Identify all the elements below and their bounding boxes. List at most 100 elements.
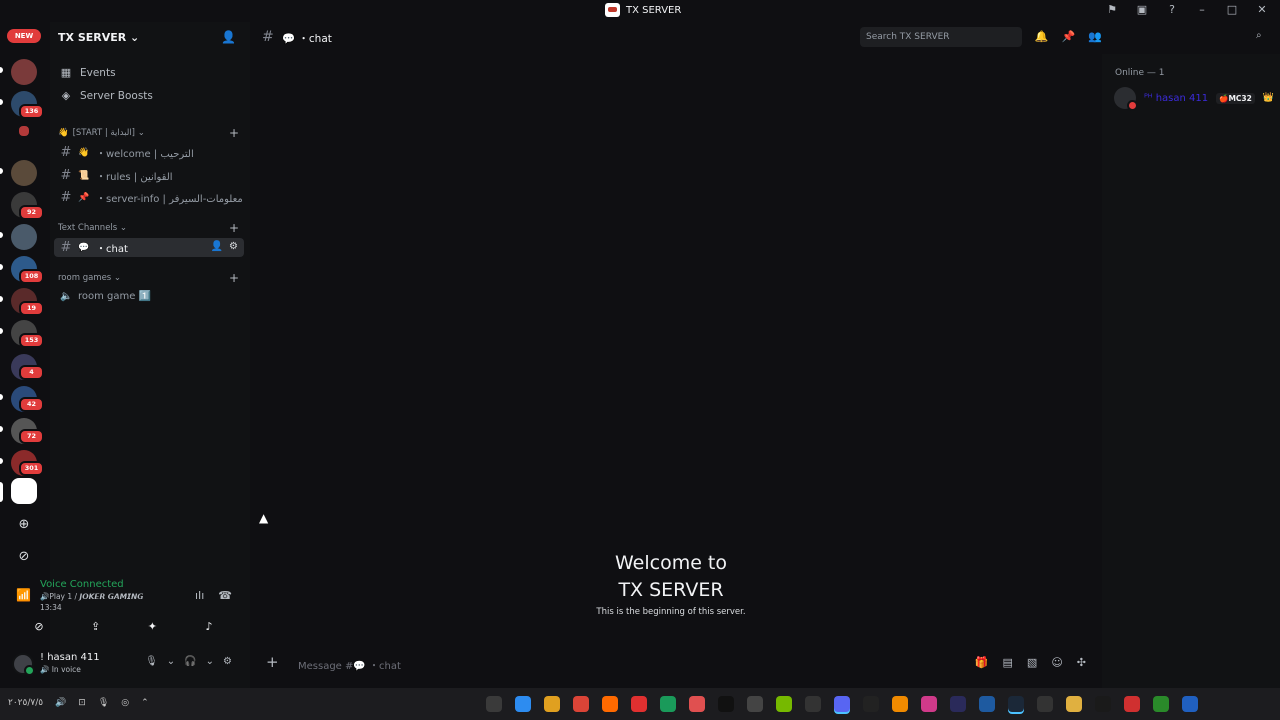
- headphones-icon[interactable]: 🎧: [184, 656, 196, 667]
- taskbar-app-icon[interactable]: [631, 696, 647, 712]
- server-name[interactable]: TX SERVER ⌄: [58, 31, 139, 44]
- add-channel-icon[interactable]: +: [229, 271, 239, 285]
- nav-events[interactable]: ▦ Events: [60, 66, 116, 79]
- nav-server-boosts[interactable]: ◈ Server Boosts: [60, 89, 153, 102]
- channel-info-label: ・server-info | معلومات-السيرفر: [96, 194, 243, 205]
- microphone-icon[interactable]: 🎙: [145, 656, 158, 667]
- taskbar-app-icon[interactable]: [950, 696, 966, 712]
- member-avatar[interactable]: [1114, 87, 1138, 111]
- taskbar-app-icon[interactable]: [805, 696, 821, 712]
- taskbar-app-icon[interactable]: [718, 696, 734, 712]
- taskbar-app-icon[interactable]: [1182, 696, 1198, 712]
- inbox-icon[interactable]: ⚑: [1104, 3, 1120, 16]
- taskbar-app-icon[interactable]: [573, 696, 589, 712]
- taskbar-app-icon[interactable]: [892, 696, 908, 712]
- camera-off-icon[interactable]: ⊘: [12, 617, 66, 637]
- invite-people-icon[interactable]: 👤: [221, 30, 236, 44]
- disconnect-icon[interactable]: ☎: [218, 589, 232, 602]
- taskbar-app-icon[interactable]: [1124, 696, 1140, 712]
- mention-badge: 153: [19, 333, 44, 348]
- channel-welcome[interactable]: # 👋 ・welcome | الترحيب: [54, 143, 244, 162]
- sticker-icon[interactable]: ▧: [1027, 656, 1037, 669]
- channel-server-info[interactable]: # 📌 ・server-info | معلومات-السيرفر: [54, 188, 244, 207]
- microphone-tray-icon[interactable]: 🎙: [98, 698, 109, 708]
- signal-icon[interactable]: 📶: [16, 588, 31, 602]
- taskbar-app-icon[interactable]: [602, 696, 618, 712]
- taskbar-app-icon[interactable]: [1037, 696, 1053, 712]
- search-input[interactable]: [860, 27, 1022, 47]
- voice-status[interactable]: Voice Connected: [40, 579, 124, 590]
- bell-icon[interactable]: 🔔: [1035, 30, 1049, 44]
- taskbar-app-icon[interactable]: [1153, 696, 1169, 712]
- taskbar-app-icon[interactable]: [515, 696, 531, 712]
- invite-icon[interactable]: 👤: [211, 241, 223, 252]
- user-controls: 🎙 ⌄ 🎧 ⌄ ⚙: [145, 656, 232, 667]
- taskbar-app-icon[interactable]: [689, 696, 705, 712]
- taskbar-app-icon[interactable]: [660, 696, 676, 712]
- message-composer[interactable]: + Message #💬 ・chat 🎁 ▤ ▧ ☺ ✣: [260, 650, 1092, 678]
- clock-date[interactable]: ٢٠٢٥/٧/٥: [8, 698, 43, 708]
- screen-share-icon[interactable]: ⇪: [69, 617, 123, 637]
- channel-chat[interactable]: # 💬 ・chat 👤 ⚙: [54, 238, 244, 257]
- server-icon-tx-server[interactable]: [11, 478, 37, 504]
- server-icon[interactable]: [11, 160, 37, 186]
- taskbar-app-icon[interactable]: [747, 696, 763, 712]
- noise-suppression-icon[interactable]: ıIı: [195, 589, 204, 602]
- taskbar-app-icon[interactable]: [1095, 696, 1111, 712]
- tray-app-icon[interactable]: ◎: [121, 698, 129, 708]
- category-text-channels[interactable]: Text Channels ⌄ +: [58, 221, 239, 235]
- chevron-down-icon[interactable]: ⌄: [167, 656, 175, 667]
- voice-channel-room-game[interactable]: 🔈 room game 1️⃣: [54, 287, 244, 306]
- category-start[interactable]: 👋 [START | البداية] ⌄ +: [58, 126, 239, 140]
- title-bar: TX SERVER ⚑ ▣ ? – □ ✕: [0, 0, 1280, 22]
- taskbar-app-icon[interactable]: [1008, 696, 1024, 712]
- soundboard-icon[interactable]: ♪: [182, 617, 236, 637]
- pin-icon[interactable]: 📌: [1062, 30, 1076, 44]
- chevron-down-icon[interactable]: ⌄: [206, 656, 214, 667]
- taskbar-app-icon[interactable]: [921, 696, 937, 712]
- taskbar-app-icon[interactable]: [776, 696, 792, 712]
- server-icon[interactable]: [11, 224, 37, 250]
- voice-room[interactable]: 🔊Play 1 / 𝙅𝙊𝙆𝙀𝙍 𝙂𝘼𝙈𝙄𝙉𝙂: [40, 592, 143, 601]
- add-channel-icon[interactable]: +: [229, 126, 239, 140]
- activities-icon[interactable]: ✦: [125, 617, 179, 637]
- taskbar-app-icon[interactable]: [834, 696, 850, 712]
- member-list-icon[interactable]: 👥: [1088, 30, 1102, 44]
- discover-icon[interactable]: ⊘: [15, 548, 33, 566]
- gear-icon[interactable]: ⚙: [229, 241, 238, 252]
- member-name[interactable]: ᴾᴴ hasan 411: [1144, 93, 1208, 104]
- member-item[interactable]: ᴾᴴ hasan 411 🍎MC32 👑: [1114, 87, 1274, 111]
- taskbar-app-icon[interactable]: [486, 696, 502, 712]
- new-badge[interactable]: NEW: [7, 29, 41, 43]
- server-icon[interactable]: [19, 126, 29, 136]
- message-input[interactable]: Message #💬 ・chat: [298, 657, 401, 672]
- taskbar-app-icon[interactable]: [1066, 696, 1082, 712]
- monitor-icon[interactable]: ▣: [1134, 3, 1150, 16]
- chevron-up-icon[interactable]: ⌃: [141, 698, 149, 708]
- gift-icon[interactable]: 🎁: [975, 656, 989, 669]
- apps-icon[interactable]: ✣: [1077, 656, 1086, 669]
- gif-icon[interactable]: ▤: [1003, 656, 1013, 669]
- gear-icon[interactable]: ⚙: [223, 656, 232, 667]
- window-controls: ⚑ ▣ ? – □ ✕: [1104, 3, 1270, 16]
- taskbar-app-icon[interactable]: [863, 696, 879, 712]
- user-name[interactable]: ! hasan 411: [40, 652, 100, 663]
- taskbar-app-icon[interactable]: [544, 696, 560, 712]
- minimize-button[interactable]: –: [1194, 3, 1210, 16]
- network-icon[interactable]: ⊡: [78, 698, 86, 708]
- mention-badge: 92: [19, 205, 44, 220]
- add-server-icon[interactable]: ⊕: [15, 516, 33, 534]
- server-header[interactable]: TX SERVER ⌄ 👤: [50, 22, 250, 54]
- add-channel-icon[interactable]: +: [229, 221, 239, 235]
- emoji-icon[interactable]: ☺: [1051, 656, 1062, 669]
- user-avatar[interactable]: [12, 653, 35, 676]
- taskbar-app-icon[interactable]: [979, 696, 995, 712]
- attach-plus-icon[interactable]: +: [266, 653, 279, 671]
- category-room-games[interactable]: room games ⌄ +: [58, 271, 239, 285]
- volume-icon[interactable]: 🔊: [55, 698, 66, 708]
- channel-rules[interactable]: # 📜 ・rules | القوانين: [54, 166, 244, 185]
- close-button[interactable]: ✕: [1254, 3, 1270, 16]
- server-icon[interactable]: [11, 59, 37, 85]
- maximize-button[interactable]: □: [1224, 3, 1240, 16]
- help-icon[interactable]: ?: [1164, 3, 1180, 16]
